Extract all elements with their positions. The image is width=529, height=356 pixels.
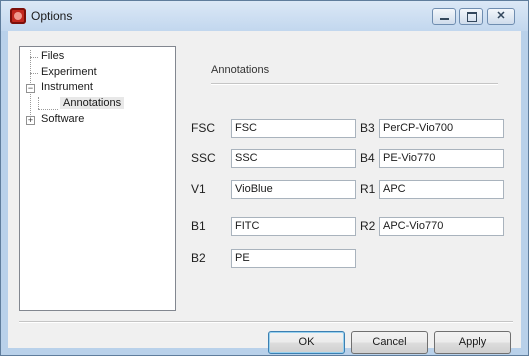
tree-node-experiment[interactable]: Experiment: [41, 66, 97, 78]
tree-connector: [30, 73, 38, 74]
ssc-annotation-field[interactable]: SSC: [231, 149, 356, 168]
fsc-annotation-field[interactable]: FSC: [231, 119, 356, 138]
tree-node-instrument[interactable]: Instrument: [41, 81, 93, 93]
b2-annotation-field[interactable]: PE: [231, 249, 356, 268]
maximize-button[interactable]: [459, 8, 483, 25]
tree-connector: [38, 109, 58, 110]
panel-title: Annotations: [211, 64, 270, 76]
field-label-r1: R1: [360, 182, 376, 196]
b1-annotation-field[interactable]: FITC: [231, 217, 356, 236]
field-label-b3: B3: [360, 121, 375, 135]
tree-node-label: Files: [41, 50, 65, 62]
ok-button[interactable]: OK: [268, 331, 345, 354]
apply-button[interactable]: Apply: [434, 331, 511, 354]
collapse-icon[interactable]: −: [26, 84, 35, 93]
v1-annotation-field[interactable]: VioBlue: [231, 180, 356, 199]
tree-node-label: Annotations: [63, 97, 122, 109]
field-label-b1: B1: [191, 219, 206, 233]
tree-node-label: Experiment: [41, 66, 97, 78]
b3-annotation-field[interactable]: PerCP-Vio700: [379, 119, 504, 138]
field-label-r2: R2: [360, 219, 376, 233]
field-label-v1: V1: [191, 182, 206, 196]
app-icon[interactable]: [10, 8, 26, 24]
field-label-b4: B4: [360, 151, 375, 165]
maximize-icon: [467, 12, 477, 22]
r2-annotation-field[interactable]: APC-Vio770: [379, 217, 504, 236]
tree-node-label: Instrument: [41, 81, 93, 93]
options-tree[interactable]: Files Experiment − Instrument Annotation…: [19, 46, 176, 311]
b4-annotation-field[interactable]: PE-Vio770: [379, 149, 504, 168]
close-button[interactable]: ✕: [487, 8, 515, 25]
tree-connector: [38, 97, 39, 109]
button-bar-divider: [19, 321, 513, 323]
tree-node-annotations[interactable]: Annotations: [60, 97, 125, 109]
tree-node-software[interactable]: Software: [41, 113, 84, 125]
minimize-button[interactable]: [432, 8, 456, 25]
panel-divider: [211, 83, 498, 85]
field-label-ssc: SSC: [191, 151, 216, 165]
title-bar[interactable]: Options ✕: [1, 1, 528, 31]
tree-node-files[interactable]: Files: [41, 50, 64, 62]
window-title: Options: [31, 9, 73, 23]
field-label-fsc: FSC: [191, 121, 215, 135]
tree-connector: [30, 57, 38, 58]
field-label-b2: B2: [191, 251, 206, 265]
dialog-body: Files Experiment − Instrument Annotation…: [8, 31, 521, 354]
r1-annotation-field[interactable]: APC: [379, 180, 504, 199]
expand-icon[interactable]: +: [26, 116, 35, 125]
minimize-icon: [440, 18, 449, 20]
cancel-button[interactable]: Cancel: [351, 331, 428, 354]
options-window: Options ✕ Files Experiment − Instrument …: [0, 0, 529, 356]
close-icon: ✕: [496, 10, 506, 22]
tree-node-label: Software: [41, 113, 85, 125]
